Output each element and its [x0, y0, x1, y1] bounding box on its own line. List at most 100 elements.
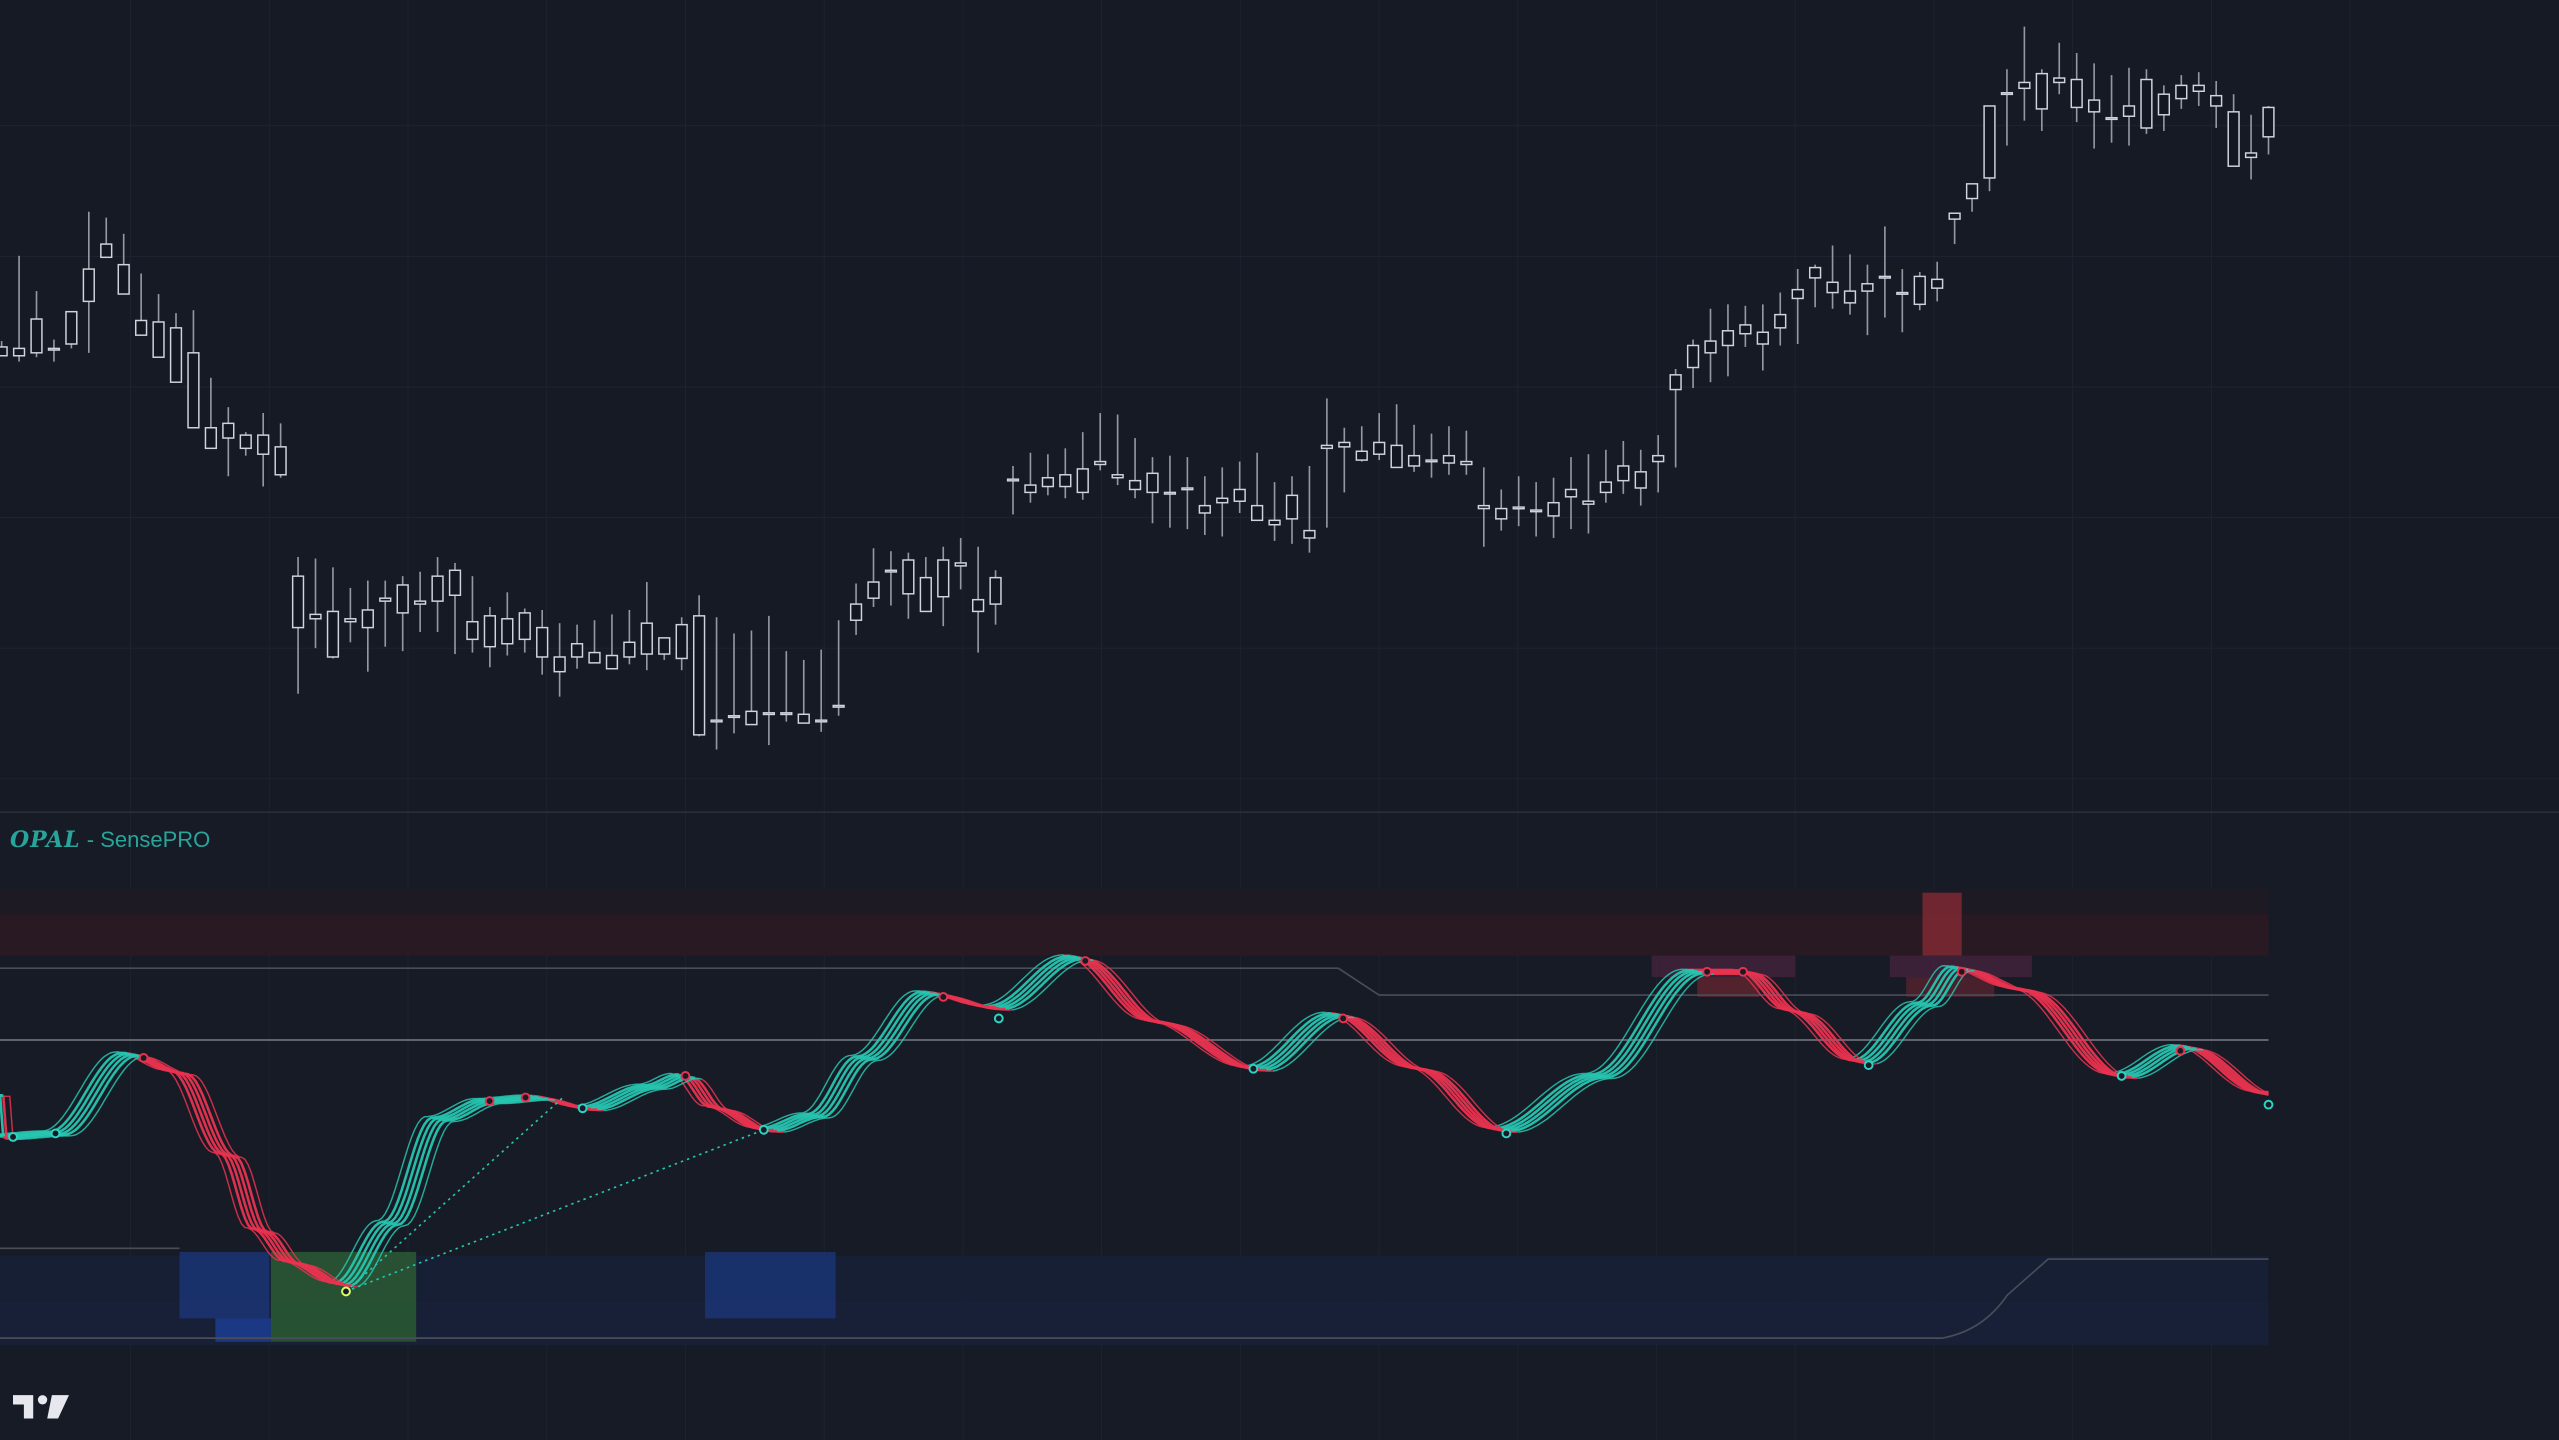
candle-body	[605, 654, 619, 670]
candle-body	[1285, 494, 1299, 520]
candle-body	[1024, 484, 1037, 494]
candle-body	[1547, 501, 1560, 517]
candle-body	[2070, 78, 2083, 109]
candle-body	[361, 609, 374, 629]
pivot-marker	[1702, 966, 1712, 977]
candle-body	[867, 581, 880, 599]
candle-body	[588, 651, 601, 664]
candle-body	[658, 637, 671, 655]
candle-body	[1896, 291, 1909, 295]
candle-body	[1529, 509, 1543, 513]
candle-body	[1564, 488, 1578, 498]
candle-body	[1826, 281, 1839, 294]
candle-body	[2105, 116, 2118, 121]
candle-body	[1320, 444, 1334, 450]
candle-body	[1774, 313, 1787, 329]
pivot-marker	[50, 1128, 61, 1139]
candle-body	[291, 575, 305, 629]
candle-body	[1739, 324, 1752, 335]
candle-body	[501, 618, 514, 645]
candle-body	[1425, 459, 1438, 463]
candle-body	[797, 713, 810, 724]
pivot-marker	[758, 1124, 769, 1135]
candle-body	[274, 446, 287, 476]
tradingview-logo-icon[interactable]	[12, 1392, 70, 1420]
pivot-marker	[1956, 966, 1967, 977]
candle-body	[431, 575, 444, 602]
candle-body	[1355, 450, 1368, 461]
bull-signal-block	[705, 1251, 836, 1319]
candle-body	[47, 347, 61, 351]
pivot-marker	[1248, 1063, 1259, 1074]
candlestick	[692, 595, 706, 737]
candle-body	[1617, 465, 1630, 482]
candle-body	[1233, 488, 1246, 502]
chart-stage[interactable]: OPAL - SensePRO	[0, 0, 2559, 1440]
candle-body	[1512, 506, 1525, 510]
candle-body	[640, 622, 653, 655]
candle-body	[1163, 491, 1177, 495]
candle-body	[1791, 288, 1804, 300]
candle-body	[1495, 507, 1508, 520]
candle-body	[2035, 72, 2048, 110]
candle-body	[1931, 278, 1944, 289]
candle-body	[570, 643, 584, 658]
candle-body	[1250, 504, 1264, 522]
chart-canvas[interactable]	[0, 0, 2559, 1440]
candle-body	[239, 434, 252, 450]
candle-body	[326, 610, 340, 658]
pivot-marker	[520, 1092, 531, 1103]
candle-body	[536, 626, 549, 658]
indicator-title[interactable]: OPAL - SensePRO	[10, 827, 210, 853]
candle-body	[1460, 460, 1473, 466]
price-pane-background	[0, 0, 2559, 812]
pivot-marker	[1738, 966, 1748, 977]
candle-body	[1704, 340, 1717, 354]
candle-body	[518, 612, 531, 641]
candle-body	[222, 422, 235, 439]
candle-body	[1390, 444, 1403, 469]
candle-body	[919, 576, 932, 613]
indicator-brand: OPAL	[10, 827, 81, 853]
pivot-marker	[341, 1286, 351, 1297]
pivot-marker	[1863, 1060, 1874, 1071]
candle-body	[675, 623, 688, 660]
candle-body	[1181, 487, 1194, 491]
candle-body	[1041, 476, 1055, 488]
candle-body	[1076, 468, 1089, 494]
candle-body	[884, 569, 898, 573]
candle-body	[1006, 478, 1020, 482]
candle-body	[1669, 374, 1682, 391]
candle-body	[2262, 106, 2275, 138]
candle-body	[849, 603, 863, 621]
candle-body	[82, 268, 95, 303]
candle-body	[187, 352, 200, 429]
candle-body	[762, 712, 776, 716]
candle-body	[1913, 275, 1926, 306]
candle-body	[1303, 529, 1316, 539]
candle-body	[780, 712, 793, 716]
candle-body	[169, 327, 183, 383]
candle-body	[1965, 183, 1979, 200]
candle-body	[2192, 84, 2205, 92]
candle-body	[1983, 105, 1996, 179]
candle-body	[1094, 460, 1107, 466]
bear-signal-block	[1922, 892, 1962, 956]
pivot-marker	[2175, 1045, 2186, 1056]
candlestick	[1983, 105, 1996, 192]
candle-body	[309, 613, 322, 620]
candle-body	[0, 346, 8, 357]
candlestick	[2140, 69, 2153, 134]
candle-body	[1878, 275, 1892, 279]
candle-body	[1808, 266, 1822, 279]
candle-body	[1686, 344, 1700, 369]
candle-body	[553, 656, 566, 673]
pivot-marker	[138, 1053, 149, 1063]
candle-body	[1146, 472, 1159, 494]
pivot-marker	[680, 1071, 691, 1081]
candle-body	[1373, 441, 1386, 455]
candle-body	[1634, 471, 1647, 489]
pivot-marker	[484, 1096, 495, 1106]
candle-body	[902, 559, 915, 595]
pivot-marker	[1338, 1013, 1349, 1024]
